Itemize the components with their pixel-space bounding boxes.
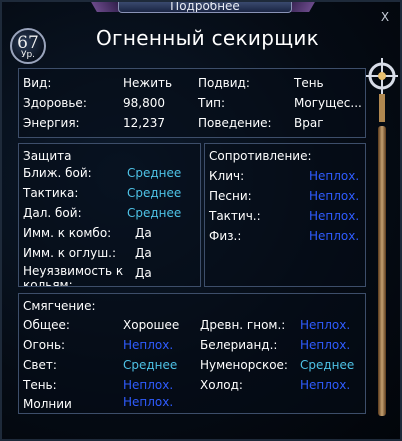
defense-value: Да [135,266,152,280]
mitigation-value: Среднее [123,358,178,372]
resistance-value: Неплох. [309,229,360,243]
defense-label: Имм. к оглуш.: [23,246,117,260]
resistance-label: Тактич.: [209,209,261,223]
resistance-header: Сопротивление: [209,149,312,163]
subtype-value: Тень [294,76,324,90]
class-label: Тип: [198,96,226,110]
mitigation-value: Неплох. [300,378,351,392]
defense-value: Среднее [127,186,182,200]
mitigation-value: Неплох. [123,395,174,409]
resistance-label: Клич: [209,169,245,183]
scroll-ornament-icon [366,58,398,122]
mitigation-label: Холод: [200,378,243,392]
defense-header: Защита [23,149,72,163]
mitigation-label: Огонь: [23,338,66,352]
health-label: Здоровье: [23,96,87,110]
level-label: Ур. [20,50,36,60]
type-label: Вид: [23,76,52,90]
close-icon[interactable]: X [378,10,392,24]
defense-value: Среднее [127,206,182,220]
mitigation-value: Неплох. [123,378,174,392]
mitigation-label: Нуменорское: [200,358,288,372]
resistance-value: Неплох. [309,189,360,203]
defense-label: Неуязвимость к кольям: [23,264,124,286]
window-tab-title[interactable]: Подробнее [118,2,292,13]
mitigation-label: Тень: [23,378,57,392]
creature-name-title: Огненный секирщик [96,26,320,50]
level-badge-icon: 67 Ур. [10,28,46,64]
health-value: 98,800 [123,96,165,110]
mitigation-value: Неплох. [300,318,351,332]
mitigation-value: Среднее [300,358,355,372]
mitigation-value: Неплох. [123,338,174,352]
mitigation-label: Свет: [23,358,57,372]
defense-label: Тактика: [23,186,79,200]
scrollbar-track[interactable] [378,126,386,416]
defense-value: Да [135,246,152,260]
type-value: Нежить [123,76,173,90]
resistance-label: Песни: [209,189,252,203]
mitigation-header: Смягчение: [23,299,96,313]
resistance-value: Неплох. [309,209,360,223]
resistance-value: Неплох. [309,169,360,183]
defense-label: Ближ. бой: [23,166,92,180]
defense-label: Дал. бой: [23,206,82,220]
mitigation-value: Хорошее [123,318,180,332]
mitigation-value: Неплох. [300,338,351,352]
energy-value: 12,237 [123,116,165,130]
subtype-label: Подвид: [198,76,250,90]
energy-label: Энергия: [23,116,80,130]
behavior-label: Поведение: [198,116,272,130]
resistance-label: Физ.: [209,229,242,243]
defense-value: Среднее [127,166,182,180]
defense-label: Имм. к комбо: [23,226,112,240]
mitigation-label: Общее: [23,318,70,332]
behavior-value: Враг [294,116,324,130]
mitigation-label: Белерианд.: [200,338,278,352]
mitigation-label: Древн. гном.: [200,318,286,332]
creature-details-window: Подробнее X 67 Ур. Огненный секирщик Вид… [0,0,402,441]
class-value: Могущес... [294,96,362,110]
mitigation-label: Молнии [23,397,72,411]
defense-value: Да [135,226,152,240]
